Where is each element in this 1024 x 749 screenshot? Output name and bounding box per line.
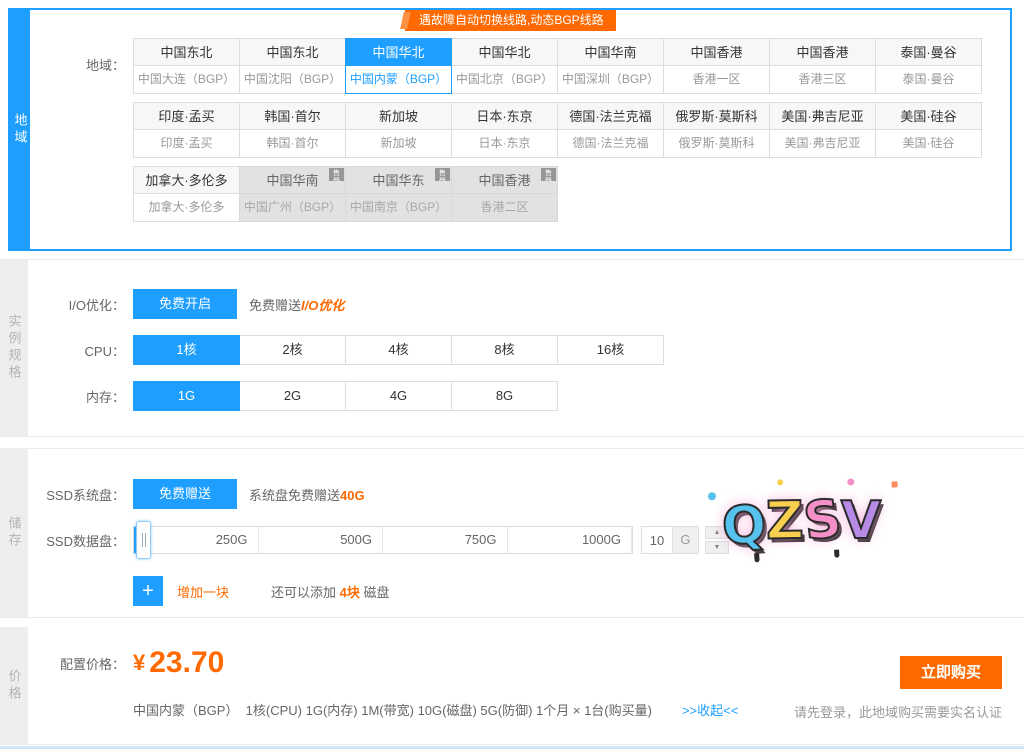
watermark-dot: [891, 481, 897, 487]
region-option-seoul[interactable]: 韩国·首尔 韩国·首尔: [239, 102, 346, 158]
cpu-option-16[interactable]: 16核: [557, 335, 664, 365]
tab-price[interactable]: 价格: [0, 627, 28, 744]
banner-ribbon: 遇故障自动切换线路,动态BGP线路: [405, 10, 616, 31]
price-currency: ¥: [133, 650, 145, 676]
region-option-guangzhou-soldout: 中国华南 中国广州（BGP） 售罄: [239, 166, 346, 222]
region-option-moscow[interactable]: 俄罗斯·莫斯科 俄罗斯·莫斯科: [663, 102, 770, 158]
system-disk-note-highlight: 40G: [340, 488, 365, 503]
watermark-dot: [834, 549, 840, 557]
plus-icon: +: [142, 580, 154, 602]
watermark-letter: V: [841, 491, 881, 551]
tab-instance-spec[interactable]: 实例规格: [0, 260, 28, 436]
region-grid-row-2: 印度·孟买 印度·孟买 韩国·首尔 韩国·首尔 新加坡 新加坡 日本·东京: [133, 102, 982, 158]
login-required-note: 请先登录，此地域购买需要实名认证: [794, 702, 1002, 721]
soldout-badge: 售罄: [329, 168, 344, 181]
tab-storage-label: 储存: [5, 516, 24, 550]
data-disk-size-input[interactable]: [641, 526, 673, 554]
region-label: 地域：: [30, 38, 125, 94]
io-label: I/O优化：: [28, 295, 125, 314]
region-option-hongkong-2-soldout: 中国香港 香港二区 售罄: [451, 166, 558, 222]
price-label: 配置价格：: [28, 654, 125, 673]
region-option-beijing[interactable]: 中国华北 中国北京（BGP）: [451, 38, 558, 94]
soldout-badge: 售罄: [435, 168, 450, 181]
memory-options: 1G 2G 4G 8G: [133, 381, 558, 411]
soldout-badge: 售罄: [541, 168, 556, 181]
cpu-option-1[interactable]: 1核: [133, 335, 240, 365]
region-option-siliconvalley[interactable]: 美国·硅谷 美国·硅谷: [875, 102, 982, 158]
section-price: 价格 配置价格： ¥ 23.70 中国内蒙（BGP） 1核(CPU) 1G(内存…: [0, 627, 1024, 745]
region-option-neimeng-selected[interactable]: 中国华北 中国内蒙（BGP）: [345, 38, 452, 94]
section-instance-spec: 实例规格 I/O优化： 免费开启 免费赠送I/O优化 CPU： 1核 2核 4核: [0, 259, 1024, 437]
cpu-label: CPU：: [28, 341, 125, 360]
watermark-dot: [754, 553, 760, 562]
cpu-options: 1核 2核 4核 8核 16核: [133, 335, 664, 365]
region-option-tokyo[interactable]: 日本·东京 日本·东京: [451, 102, 558, 158]
slider-handle[interactable]: [136, 521, 151, 559]
region-option-shenzhen[interactable]: 中国华南 中国深圳（BGP）: [557, 38, 664, 94]
tab-instance-spec-label: 实例规格: [5, 314, 24, 382]
memory-option-1g[interactable]: 1G: [133, 381, 240, 411]
qzsv-watermark: QZSV: [720, 487, 883, 558]
cpu-option-4[interactable]: 4核: [345, 335, 452, 365]
slider-tick-250g: 250G: [134, 527, 259, 553]
slider-tick-1000g: 1000G: [508, 527, 633, 553]
watermark-letter: S: [800, 488, 844, 552]
io-note-highlight: I/O优化: [301, 298, 344, 313]
add-disk-note-highlight: 4块: [340, 585, 360, 600]
region-grid-row-1: 中国东北 中国大连（BGP） 中国东北 中国沈阳（BGP） 中国华北 中国内蒙（…: [133, 38, 982, 94]
tab-region[interactable]: 地域: [10, 10, 30, 249]
cpu-option-2[interactable]: 2核: [239, 335, 346, 365]
region-option-dalian[interactable]: 中国东北 中国大连（BGP）: [133, 38, 240, 94]
add-disk-button[interactable]: +: [133, 576, 163, 606]
buy-now-button[interactable]: 立即购买: [900, 656, 1002, 689]
memory-option-2g[interactable]: 2G: [239, 381, 346, 411]
region-option-hongkong-3[interactable]: 中国香港 香港三区: [769, 38, 876, 94]
region-option-mumbai[interactable]: 印度·孟买 印度·孟买: [133, 102, 240, 158]
system-disk-note: 系统盘免费赠送40G: [249, 485, 365, 504]
tab-region-label: 地域: [11, 113, 30, 147]
cpu-option-8[interactable]: 8核: [451, 335, 558, 365]
system-disk-free-button[interactable]: 免费赠送: [133, 479, 237, 509]
add-disk-link[interactable]: 增加一块: [177, 582, 229, 601]
region-option-virginia[interactable]: 美国·弗吉尼亚 美国·弗吉尼亚: [769, 102, 876, 158]
memory-label: 内存：: [28, 387, 125, 406]
watermark-letter: Z: [766, 491, 805, 552]
region-option-hongkong-1[interactable]: 中国香港 香港一区: [663, 38, 770, 94]
collapse-link[interactable]: >>收起<<: [682, 700, 738, 719]
region-option-bangkok[interactable]: 泰国·曼谷 泰国·曼谷: [875, 38, 982, 94]
config-summary: 中国内蒙（BGP） 1核(CPU) 1G(内存) 1M(带宽) 10G(磁盘) …: [133, 700, 652, 719]
region-option-singapore[interactable]: 新加坡 新加坡: [345, 102, 452, 158]
io-note: 免费赠送I/O优化: [249, 295, 344, 314]
memory-option-4g[interactable]: 4G: [345, 381, 452, 411]
io-enable-button[interactable]: 免费开启: [133, 289, 237, 319]
region-option-nanjing-soldout: 中国华东 中国南京（BGP） 售罄: [345, 166, 452, 222]
data-disk-label: SSD数据盘：: [28, 531, 125, 550]
region-option-shenyang[interactable]: 中国东北 中国沈阳（BGP）: [239, 38, 346, 94]
memory-option-8g[interactable]: 8G: [451, 381, 558, 411]
region-grid-row-3: 加拿大·多伦多 加拿大·多伦多 中国华南 中国广州（BGP） 售罄 中国华东 中…: [133, 166, 558, 222]
data-disk-slider[interactable]: 250G 500G 750G 1000G: [133, 526, 633, 554]
region-option-frankfurt[interactable]: 德国·法兰克福 德国·法兰克福: [557, 102, 664, 158]
tab-price-label: 价格: [5, 669, 24, 703]
section-region: 地域 地域： 中国东北 中国大连（BGP） 中国东北 中国沈阳（BGP）: [8, 8, 1012, 251]
add-disk-note: 还可以添加 4块 磁盘: [271, 582, 389, 601]
region-option-toronto[interactable]: 加拿大·多伦多 加拿大·多伦多: [133, 166, 240, 222]
watermark-letter: Q: [720, 495, 768, 558]
slider-tick-750g: 750G: [383, 527, 508, 553]
tab-storage[interactable]: 储存: [0, 449, 28, 617]
price-amount: 23.70: [149, 646, 224, 680]
slider-tick-500g: 500G: [259, 527, 384, 553]
server-config-page: 遇故障自动切换线路,动态BGP线路 地域 地域： 中国东北 中国大连（BGP） …: [0, 0, 1024, 749]
data-disk-unit: G: [673, 526, 699, 554]
system-disk-label: SSD系统盘：: [28, 485, 125, 504]
banner-text: 遇故障自动切换线路,动态BGP线路: [419, 13, 604, 27]
